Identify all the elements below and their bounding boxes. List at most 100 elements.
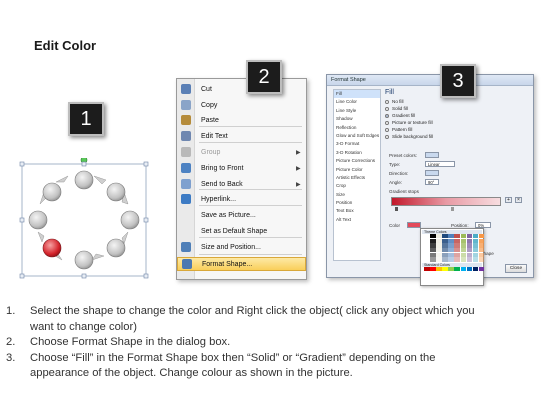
color-swatch[interactable] bbox=[442, 248, 448, 253]
nav-item-reflection[interactable]: Reflection bbox=[334, 124, 380, 132]
nav-item-position[interactable]: Position bbox=[334, 199, 380, 207]
color-swatch[interactable] bbox=[466, 252, 473, 257]
color-swatch[interactable] bbox=[448, 248, 454, 253]
color-swatch[interactable] bbox=[430, 238, 436, 243]
color-swatch[interactable] bbox=[460, 266, 467, 271]
circle-node[interactable] bbox=[42, 182, 62, 202]
gradient-stops-bar[interactable] bbox=[391, 197, 501, 206]
circle-node[interactable] bbox=[120, 210, 140, 230]
menu-item-set-as-default-shape[interactable]: Set as Default Shape bbox=[177, 224, 306, 238]
color-swatch[interactable] bbox=[472, 257, 479, 262]
nav-item-3-d-rotation[interactable]: 3-D Rotation bbox=[334, 149, 380, 157]
fill-option-gradient-fill[interactable]: Gradient fill bbox=[385, 112, 529, 119]
color-swatch[interactable] bbox=[436, 234, 442, 239]
color-swatch[interactable] bbox=[442, 234, 448, 239]
nav-item-line-style[interactable]: Line Style bbox=[334, 107, 380, 115]
gradient-stop-handle[interactable] bbox=[395, 207, 398, 211]
color-swatch[interactable] bbox=[454, 252, 461, 257]
color-swatch[interactable] bbox=[460, 234, 467, 239]
nav-item-picture-color[interactable]: Picture Color bbox=[334, 166, 380, 174]
color-swatch[interactable] bbox=[472, 252, 479, 257]
color-swatch[interactable] bbox=[424, 266, 430, 271]
color-swatch[interactable] bbox=[436, 243, 442, 248]
color-swatch[interactable] bbox=[466, 234, 473, 239]
nav-item-alt-text[interactable]: Alt Text bbox=[334, 216, 380, 224]
nav-item-line-color[interactable]: Line Color bbox=[334, 98, 380, 106]
fill-option-picture-or-texture-fill[interactable]: Picture or texture fill bbox=[385, 119, 529, 126]
color-swatch[interactable] bbox=[472, 248, 479, 253]
color-swatch[interactable] bbox=[424, 243, 430, 248]
menu-item-bring-to-front[interactable]: Bring to Front ▶ bbox=[177, 161, 306, 175]
color-swatch[interactable] bbox=[472, 238, 479, 243]
color-swatch[interactable] bbox=[460, 257, 467, 262]
color-swatch[interactable] bbox=[424, 248, 430, 253]
color-swatch[interactable] bbox=[478, 266, 485, 271]
color-swatch[interactable] bbox=[436, 257, 442, 262]
color-swatch[interactable] bbox=[472, 243, 479, 248]
menu-item-paste[interactable]: Paste bbox=[177, 113, 306, 127]
color-swatch[interactable] bbox=[466, 257, 473, 262]
color-swatch[interactable] bbox=[430, 266, 436, 271]
nav-item-fill[interactable]: Fill bbox=[334, 90, 380, 99]
color-swatch[interactable] bbox=[448, 266, 454, 271]
close-button[interactable]: Close bbox=[505, 264, 527, 273]
color-swatch[interactable] bbox=[430, 257, 436, 262]
fill-option-no-fill[interactable]: No fill bbox=[385, 98, 529, 105]
nav-item-3-d-format[interactable]: 3-D Format bbox=[334, 140, 380, 148]
color-swatch[interactable] bbox=[436, 248, 442, 253]
angle-input[interactable]: 90° bbox=[425, 179, 439, 185]
color-swatch[interactable] bbox=[448, 234, 454, 239]
color-swatch[interactable] bbox=[478, 248, 485, 253]
nav-item-artistic-effects[interactable]: Artistic Effects bbox=[334, 174, 380, 182]
fill-option-slide-background-fill[interactable]: Slide background fill bbox=[385, 133, 529, 140]
nav-item-text-box[interactable]: Text Box bbox=[334, 207, 380, 215]
type-dropdown[interactable]: Linear bbox=[425, 161, 455, 167]
color-swatch[interactable] bbox=[478, 243, 485, 248]
menu-item-save-as-picture[interactable]: Save as Picture... bbox=[177, 208, 306, 222]
color-swatch[interactable] bbox=[478, 257, 485, 262]
color-swatch[interactable] bbox=[442, 257, 448, 262]
menu-item-cut[interactable]: Cut bbox=[177, 82, 306, 96]
color-swatch[interactable] bbox=[448, 243, 454, 248]
color-swatch[interactable] bbox=[454, 234, 461, 239]
color-swatch[interactable] bbox=[454, 257, 461, 262]
color-swatch[interactable] bbox=[466, 248, 473, 253]
nav-item-size[interactable]: Size bbox=[334, 191, 380, 199]
color-swatch[interactable] bbox=[424, 234, 430, 239]
color-swatch[interactable] bbox=[430, 234, 436, 239]
menu-item-format-shape[interactable]: Format Shape... bbox=[177, 257, 306, 271]
color-swatch[interactable] bbox=[448, 252, 454, 257]
circle-node-selected[interactable] bbox=[42, 238, 62, 258]
color-swatch[interactable] bbox=[430, 248, 436, 253]
add-stop-button[interactable]: + bbox=[505, 197, 512, 203]
color-swatch[interactable] bbox=[424, 238, 430, 243]
remove-stop-button[interactable]: × bbox=[515, 197, 522, 203]
color-swatch[interactable] bbox=[436, 252, 442, 257]
standard-color-grid[interactable] bbox=[424, 266, 485, 271]
color-swatch[interactable] bbox=[478, 252, 485, 257]
direction-dropdown[interactable] bbox=[425, 170, 439, 176]
color-swatch[interactable] bbox=[478, 238, 485, 243]
color-picker-button[interactable] bbox=[407, 222, 421, 228]
menu-item-edit-text[interactable]: Edit Text bbox=[177, 129, 306, 143]
circle-node[interactable] bbox=[74, 250, 94, 270]
menu-item-size-and-position[interactable]: Size and Position... bbox=[177, 240, 306, 254]
color-swatch[interactable] bbox=[472, 266, 479, 271]
color-swatch[interactable] bbox=[424, 257, 430, 262]
color-swatch[interactable] bbox=[460, 248, 467, 253]
color-swatch[interactable] bbox=[478, 234, 485, 239]
color-swatch[interactable] bbox=[454, 243, 461, 248]
gradient-stop-handle[interactable] bbox=[451, 207, 454, 211]
menu-item-hyperlink[interactable]: Hyperlink... bbox=[177, 192, 306, 206]
color-swatch[interactable] bbox=[460, 238, 467, 243]
fill-option-solid-fill[interactable]: Solid fill bbox=[385, 105, 529, 112]
color-swatch[interactable] bbox=[436, 238, 442, 243]
color-swatch[interactable] bbox=[454, 248, 461, 253]
menu-item-copy[interactable]: Copy bbox=[177, 98, 306, 112]
preset-colors-dropdown[interactable] bbox=[425, 152, 439, 158]
color-swatch[interactable] bbox=[442, 238, 448, 243]
color-swatch[interactable] bbox=[436, 266, 442, 271]
color-swatch[interactable] bbox=[442, 243, 448, 248]
circular-shape-diagram[interactable] bbox=[6, 158, 156, 280]
color-swatch[interactable] bbox=[442, 266, 448, 271]
